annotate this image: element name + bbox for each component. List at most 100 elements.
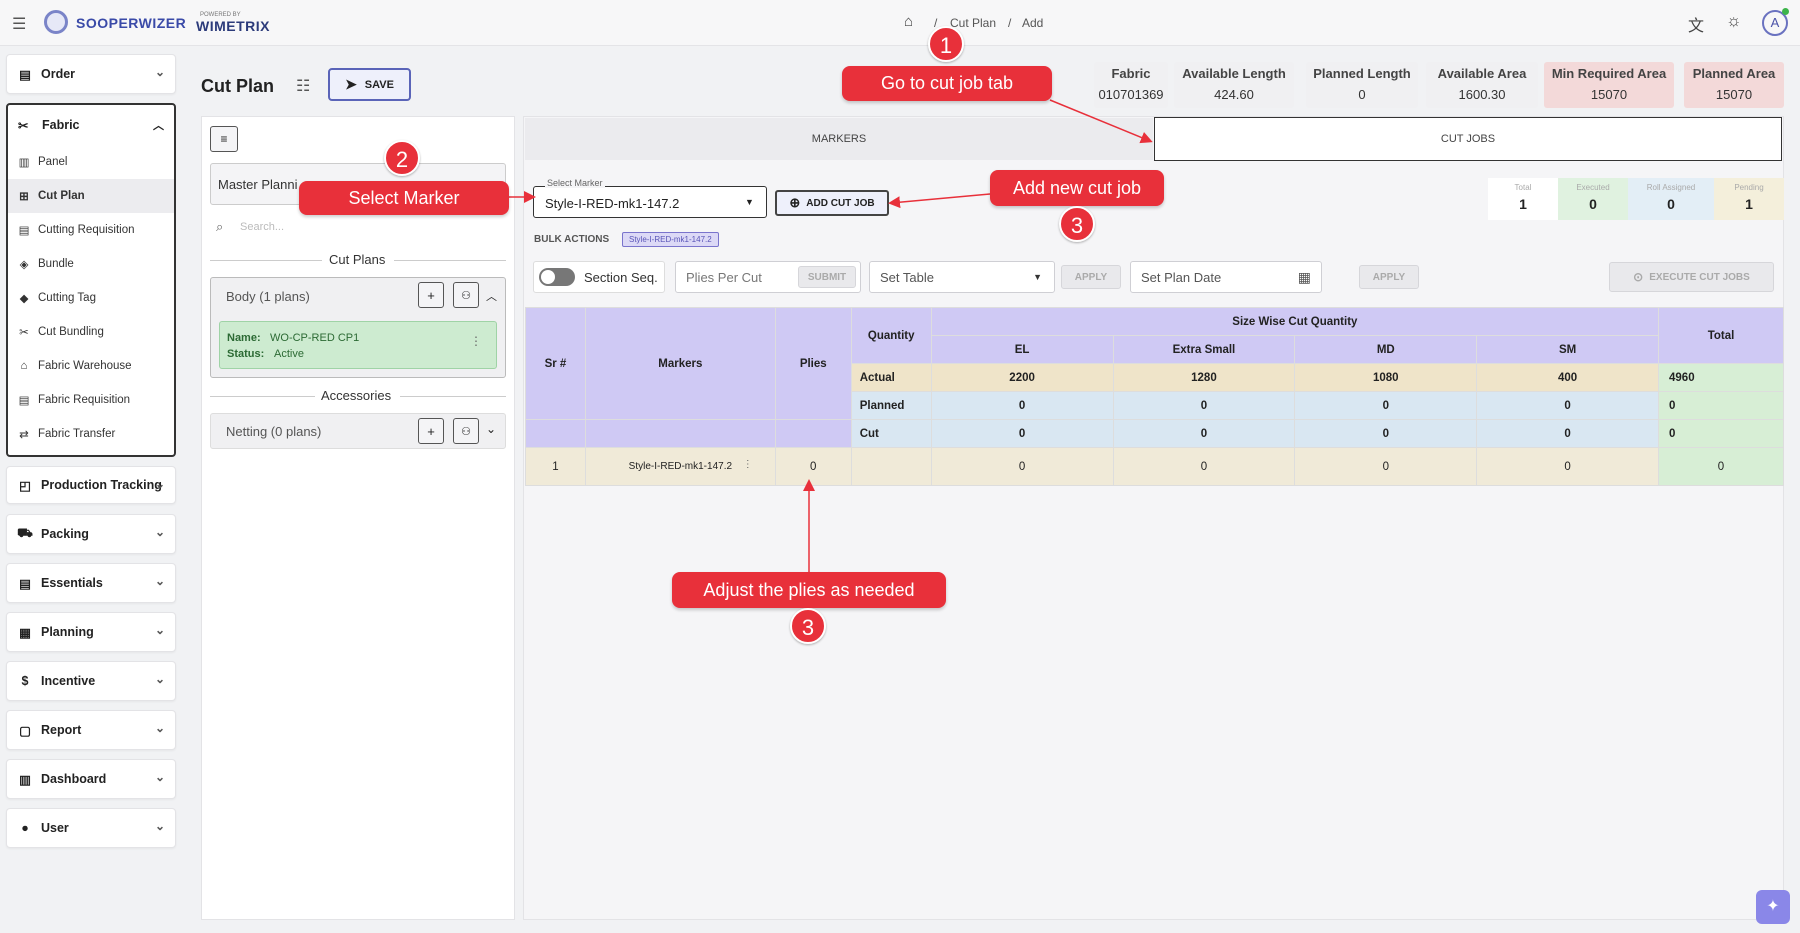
table-row[interactable]: 1 Style-I-RED-mk1-147.2 ⋮ 0 0 0 0 0 0 [525, 447, 1784, 486]
stat-label: Available Area [1437, 66, 1527, 81]
sidebar-group-user[interactable]: ● User ⌄ [6, 808, 176, 848]
execute-cut-jobs-button[interactable]: ⊙ EXECUTE CUT JOBS [1609, 262, 1774, 292]
qty-row-label: Cut [850, 419, 932, 448]
callout-add-new-cut-job: Add new cut job [990, 170, 1164, 206]
plan-status-label: Status: [227, 348, 265, 360]
sidebar: ▤ Order ⌄ ✂ Fabric ︿ ▥ Panel ⊞ Cut Plan ▤ C… [6, 54, 176, 857]
more-vert-icon[interactable]: ⋮ [743, 459, 753, 470]
save-button[interactable]: ➤ SAVE [328, 68, 411, 101]
scissors-icon: ✂ [19, 327, 29, 339]
header-size: EL [930, 335, 1114, 364]
qty-cell: 2200 [930, 363, 1114, 392]
group-plan-icon[interactable]: ⚇ [453, 282, 479, 308]
sidebar-group-order[interactable]: ▤ Order ⌄ [6, 54, 176, 94]
add-plan-button[interactable]: + [418, 418, 444, 444]
chevron-up-icon[interactable]: ︿ [486, 288, 497, 304]
submit-button[interactable]: SUBMIT [798, 266, 856, 288]
sidebar-item-panel[interactable]: ▥ Panel [8, 145, 174, 179]
top-bar: ☰ SOOPERWIZER POWERED BY WIMETRIX ⌂ / Cu… [0, 0, 1800, 46]
cut-jobs-table: Sr # Markers Plies Quantity Size Wise Cu… [525, 307, 1784, 486]
qty-cell: 0 [930, 419, 1114, 448]
body-group-label[interactable]: Body (1 plans) [226, 289, 310, 304]
sidebar-group-label: Essentials [41, 576, 103, 590]
header-size: Extra Small [1112, 335, 1296, 364]
sidebar-group-essentials[interactable]: ▤ Essentials ⌄ [6, 563, 176, 603]
sidebar-group-fabric-header[interactable]: ✂ Fabric ︿ [8, 105, 174, 145]
sidebar-item-label: Cut Bundling [38, 326, 104, 338]
qty-cell: 1080 [1294, 363, 1478, 392]
add-plan-button[interactable]: + [418, 282, 444, 308]
sidebar-group-incentive[interactable]: $ Incentive ⌄ [6, 661, 176, 701]
sidebar-item-cut-plan[interactable]: ⊞ Cut Plan [8, 179, 174, 213]
sidebar-item-cut-bundling[interactable]: ✂ Cut Bundling [8, 315, 174, 349]
row-marker: Style-I-RED-mk1-147.2 ⋮ [584, 447, 776, 486]
search-icon: ⌕ [216, 219, 224, 234]
chevron-down-icon[interactable]: ⌄ [486, 422, 496, 436]
step-number-badge: 3 [790, 608, 826, 644]
sidebar-group-report[interactable]: ▢ Report ⌄ [6, 710, 176, 750]
document-icon: ▤ [18, 225, 30, 237]
sidebar-item-cutting-tag[interactable]: ◆ Cutting Tag [8, 281, 174, 315]
summary-total: Total 1 [1488, 178, 1558, 220]
stat-value: 0 [1358, 87, 1366, 102]
set-plan-date-input[interactable]: Set Plan Date ▦ [1130, 261, 1322, 293]
set-table-placeholder: Set Table [880, 269, 934, 285]
sidebar-group-packing[interactable]: ⛟ Packing ⌄ [6, 514, 176, 554]
sun-icon[interactable]: ☼ [1726, 11, 1742, 31]
ai-assistant-button[interactable]: ✦ [1756, 890, 1790, 924]
qty-cell: 0 [1476, 419, 1660, 448]
toggle-knob [541, 270, 555, 284]
qty-cell: 0 [1294, 391, 1478, 420]
breadcrumb-cut-plan[interactable]: Cut Plan [950, 16, 996, 30]
scissors-icon: ✂ [18, 118, 29, 133]
set-table-select[interactable]: Set Table ▼ [869, 261, 1055, 293]
tab-cut-jobs[interactable]: CUT JOBS [1154, 117, 1782, 161]
stat-available-length: Available Length 424.60 [1174, 62, 1294, 108]
tag-icon: ◆ [19, 293, 29, 305]
sidebar-item-bundle[interactable]: ◈ Bundle [8, 247, 174, 281]
apply-date-button[interactable]: APPLY [1359, 265, 1419, 289]
cut-plan-search-input[interactable]: Search... [240, 221, 284, 233]
sidebar-group-planning[interactable]: ▦ Planning ⌄ [6, 612, 176, 652]
sidebar-item-label: Fabric Warehouse [38, 360, 132, 372]
brand-logo-icon [44, 10, 68, 34]
sidebar-group-label: User [41, 821, 69, 835]
sidebar-group-fabric: ✂ Fabric ︿ ▥ Panel ⊞ Cut Plan ▤ Cutting Req… [6, 103, 176, 457]
sidebar-item-label: Fabric Transfer [38, 428, 116, 440]
document-icon: ▤ [18, 395, 30, 407]
sidebar-group-production-tracking[interactable]: ◰ Production Tracking ⌄ [6, 466, 176, 504]
translate-icon[interactable]: 文 [1688, 12, 1704, 36]
calendar-icon[interactable]: ▦ [1298, 269, 1311, 286]
bulk-marker-chip[interactable]: Style-I-RED-mk1-147.2 [622, 232, 719, 247]
qty-row-label: Planned [850, 391, 932, 420]
qty-total: 4960 [1658, 363, 1784, 392]
netting-group-label[interactable]: Netting (0 plans) [226, 424, 321, 439]
more-vert-icon[interactable]: ⋮ [470, 334, 482, 348]
stat-label: Planned Length [1313, 66, 1411, 81]
sidebar-item-fabric-warehouse[interactable]: ⌂ Fabric Warehouse [8, 349, 174, 383]
sidebar-group-dashboard[interactable]: ▥ Dashboard ⌄ [6, 759, 176, 799]
page-title: Cut Plan [201, 76, 275, 96]
sidebar-item-fabric-transfer[interactable]: ⇄ Fabric Transfer [8, 417, 174, 451]
filter-settings-icon[interactable]: ☷ [296, 76, 310, 96]
group-plan-icon[interactable]: ⚇ [453, 418, 479, 444]
stat-planned-area: Planned Area 15070 [1684, 62, 1784, 108]
add-cut-job-button[interactable]: ⊕ ADD CUT JOB [775, 190, 889, 216]
tab-markers[interactable]: MARKERS [525, 118, 1153, 160]
sidebar-item-label: Cutting Requisition [38, 224, 135, 236]
collapse-panel-icon[interactable]: ≡ [210, 126, 238, 152]
home-icon[interactable]: ⌂ [904, 13, 913, 30]
sidebar-item-cutting-requisition[interactable]: ▤ Cutting Requisition [8, 213, 174, 247]
sidebar-item-label: Panel [38, 156, 68, 168]
plan-card[interactable] [219, 321, 497, 369]
row-plies-input[interactable]: 0 [774, 447, 852, 486]
breadcrumb-add: Add [1022, 16, 1044, 30]
apply-table-button[interactable]: APPLY [1061, 265, 1121, 289]
cut-plans-heading: Cut Plans [329, 252, 386, 267]
menu-icon[interactable]: ☰ [12, 14, 26, 34]
header-size: SM [1476, 335, 1660, 364]
header-size-wise: Size Wise Cut Quantity [930, 307, 1660, 336]
sidebar-item-fabric-requisition[interactable]: ▤ Fabric Requisition [8, 383, 174, 417]
row-cell: 0 [930, 447, 1114, 486]
step-number-badge: 1 [928, 26, 964, 62]
